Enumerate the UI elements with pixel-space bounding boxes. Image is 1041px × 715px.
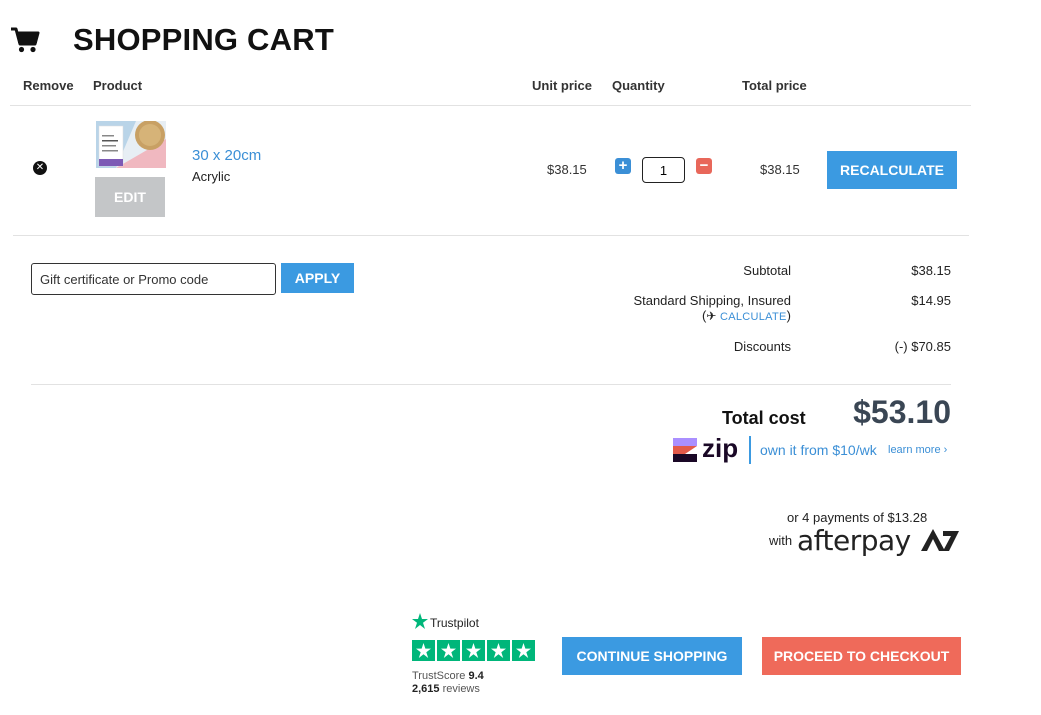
quantity-increase-button[interactable]: + xyxy=(615,158,631,174)
column-header-total-price: Total price xyxy=(742,78,807,93)
unit-price-value: $38.15 xyxy=(547,162,587,177)
remove-item-button[interactable]: ✕ xyxy=(33,161,47,175)
trustpilot-rating-stars xyxy=(412,640,535,661)
zip-learn-more-link[interactable]: learn more › xyxy=(888,444,947,456)
total-cost-value: $53.10 xyxy=(853,394,951,430)
trustpilot-name: Trustpilot xyxy=(430,616,479,630)
trustpilot-star-icon xyxy=(487,640,510,661)
discounts-value: (-) $70.85 xyxy=(894,339,951,354)
zip-promo-text: own it from $10/wk xyxy=(760,442,877,458)
recalculate-button[interactable]: RECALCULATE xyxy=(827,151,957,189)
promo-code-input[interactable] xyxy=(31,263,276,295)
trustpilot-star-icon xyxy=(462,640,485,661)
shopping-cart-icon xyxy=(11,27,40,53)
column-header-unit-price: Unit price xyxy=(532,78,592,93)
trustpilot-score: TrustScore 9.4 xyxy=(412,670,484,682)
subtotal-label: Subtotal xyxy=(743,263,791,278)
trustpilot-score-value: 9.4 xyxy=(468,670,484,682)
column-header-quantity: Quantity xyxy=(612,78,665,93)
calculate-close-paren: ) xyxy=(786,308,791,323)
calculate-shipping-link[interactable]: CALCULATE xyxy=(720,311,787,323)
product-size-link[interactable]: 30 x 20cm xyxy=(192,147,261,164)
quantity-decrease-button[interactable]: − xyxy=(696,158,712,174)
zip-logo-text: zip xyxy=(702,433,739,463)
quantity-input[interactable] xyxy=(642,157,685,183)
trustpilot-star-icon xyxy=(412,640,435,661)
trustpilot-reviews-count: 2,615 xyxy=(412,683,440,695)
edit-button[interactable]: EDIT xyxy=(95,177,165,217)
column-header-product: Product xyxy=(93,78,143,93)
plus-icon: + xyxy=(618,157,628,174)
trustpilot-reviews-label: reviews xyxy=(442,683,480,695)
discounts-label: Discounts xyxy=(733,339,791,354)
trustpilot-reviews: 2,615 reviews xyxy=(412,683,480,695)
column-header-remove: Remove xyxy=(23,78,74,93)
close-icon: ✕ xyxy=(35,162,45,173)
row-total-value: $38.15 xyxy=(760,162,800,177)
page-title: SHOPPING CART xyxy=(73,22,334,57)
product-material: Acrylic xyxy=(192,169,231,184)
zip-mark-icon xyxy=(673,438,697,462)
product-thumbnail xyxy=(96,121,166,168)
item-divider xyxy=(13,235,969,236)
trustpilot-star-icon xyxy=(412,613,428,629)
afterpay-arrows-icon xyxy=(921,529,960,551)
header-divider xyxy=(10,105,971,106)
trustpilot-score-label: TrustScore xyxy=(412,670,466,682)
continue-shopping-button[interactable]: CONTINUE SHOPPING xyxy=(562,637,742,675)
summary-divider xyxy=(31,384,951,385)
afterpay-logo-text: afterpay xyxy=(797,524,911,557)
trustpilot-star-icon xyxy=(437,640,460,661)
proceed-to-checkout-button[interactable]: PROCEED TO CHECKOUT xyxy=(762,637,961,675)
afterpay-with-text: with xyxy=(769,533,793,548)
airplane-icon: ✈ xyxy=(706,309,717,323)
shipping-calculate-row: (✈ CALCULATE) xyxy=(702,308,791,323)
apply-promo-button[interactable]: APPLY xyxy=(281,263,354,293)
trustpilot-star-icon xyxy=(512,640,535,661)
shipping-label: Standard Shipping, Insured xyxy=(633,293,791,308)
zip-logo: zip xyxy=(673,433,739,463)
afterpay-payments-text: or 4 payments of $13.28 xyxy=(787,510,928,525)
zip-divider xyxy=(749,436,751,464)
afterpay-logo: afterpay xyxy=(797,524,961,557)
minus-icon: − xyxy=(699,157,709,174)
subtotal-value: $38.15 xyxy=(911,263,951,278)
shipping-value: $14.95 xyxy=(911,293,951,308)
total-cost-label: Total cost xyxy=(722,408,806,428)
